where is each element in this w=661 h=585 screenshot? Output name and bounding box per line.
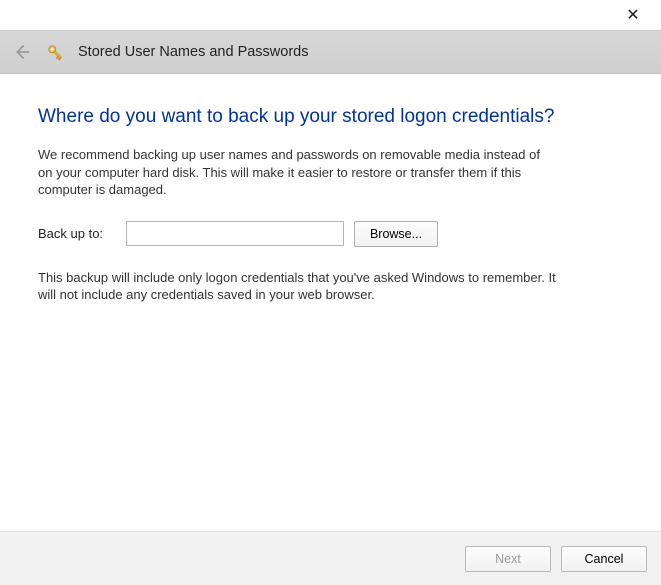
back-arrow-icon	[12, 43, 30, 61]
cancel-button[interactable]: Cancel	[561, 546, 647, 572]
browse-button[interactable]: Browse...	[354, 221, 438, 247]
close-button[interactable]: ✕	[613, 1, 653, 29]
wizard-window: ✕ Stored User Names and Passwords Where …	[0, 0, 661, 585]
backup-label: Back up to:	[38, 226, 116, 241]
backup-path-input[interactable]	[126, 221, 344, 246]
intro-text: We recommend backing up user names and p…	[38, 146, 558, 199]
titlebar: ✕	[0, 0, 661, 30]
footer-bar: Next Cancel	[0, 531, 661, 585]
key-icon	[44, 41, 66, 63]
next-button[interactable]: Next	[465, 546, 551, 572]
back-button[interactable]	[10, 41, 32, 63]
header-title: Stored User Names and Passwords	[78, 44, 309, 60]
close-icon: ✕	[626, 5, 639, 25]
page-heading: Where do you want to back up your stored…	[38, 106, 623, 128]
backup-row: Back up to: Browse...	[38, 221, 623, 247]
header-bar: Stored User Names and Passwords	[0, 30, 661, 74]
note-text: This backup will include only logon cred…	[38, 269, 558, 304]
content-area: Where do you want to back up your stored…	[0, 74, 661, 531]
